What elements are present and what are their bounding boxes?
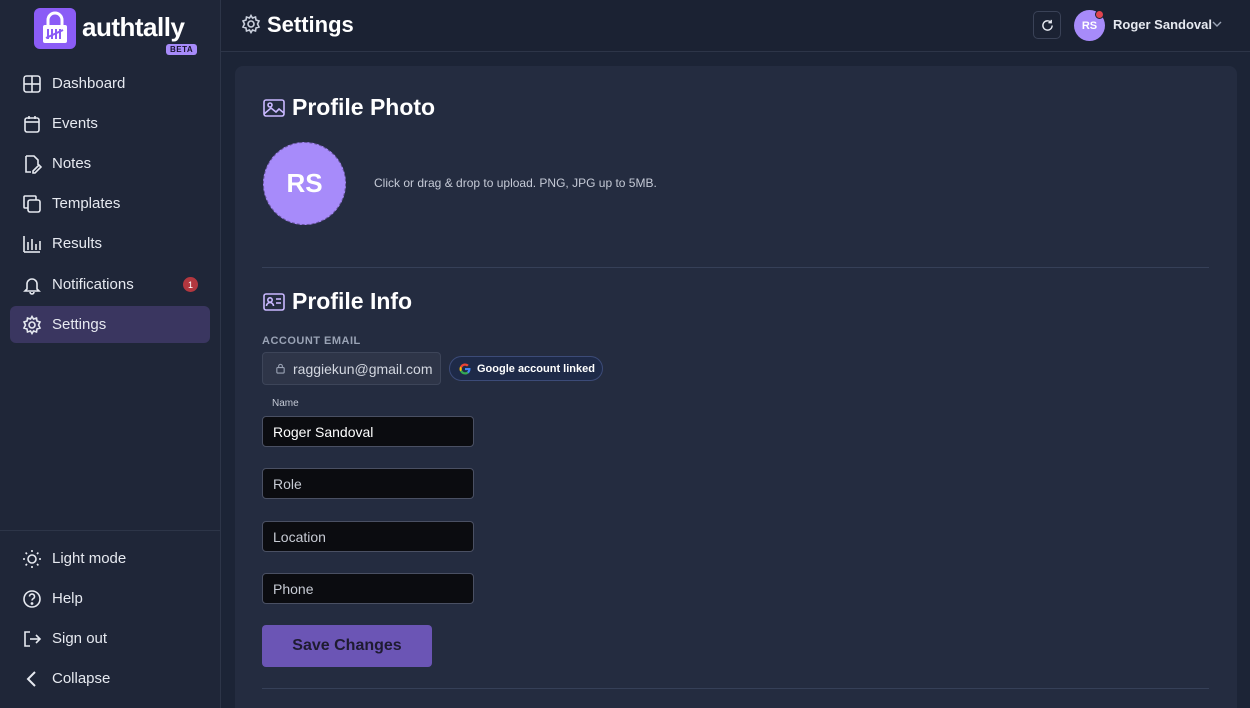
page-title: Settings — [267, 12, 354, 37]
google-icon — [459, 363, 471, 374]
sidebar-item-collapse[interactable]: Collapse — [10, 660, 210, 697]
sun-icon — [23, 549, 41, 568]
sidebar-item-label: Dashboard — [52, 75, 126, 92]
image-icon — [263, 99, 285, 117]
chevron-down-icon[interactable] — [1211, 18, 1223, 30]
chevron-left-icon — [26, 670, 36, 687]
sidebar-item-templates[interactable]: Templates — [10, 185, 210, 222]
sidebar-item-label: Help — [52, 590, 83, 607]
dashboard-grid-icon — [23, 74, 41, 93]
location-input[interactable] — [262, 521, 474, 552]
sidebar-item-label: Events — [52, 115, 98, 132]
calendar-icon — [24, 115, 40, 133]
sidebar-item-settings[interactable]: Settings — [10, 306, 210, 343]
sidebar-item-label: Results — [52, 235, 103, 252]
sidebar-item-label: Sign out — [52, 630, 108, 647]
sidebar-item-label: Settings — [52, 316, 107, 333]
beta-badge: BETA — [166, 44, 198, 55]
id-card-icon — [263, 293, 285, 311]
google-badge-label: Google account linked — [477, 362, 595, 375]
sidebar-item-events[interactable]: Events — [10, 105, 210, 142]
settings-panel: Profile Photo RS Click or drag & drop to… — [235, 66, 1237, 708]
section-divider — [262, 688, 1209, 689]
account-email-value: raggiekun@gmail.com — [293, 360, 433, 377]
bell-icon — [23, 277, 41, 295]
name-input[interactable] — [262, 416, 474, 447]
sidebar-divider — [0, 530, 221, 531]
account-email-label: ACCOUNT EMAIL — [262, 335, 361, 347]
sidebar: authtally BETA Dashboard Events Notes Te… — [0, 0, 221, 708]
phone-input[interactable] — [262, 573, 474, 604]
save-changes-button[interactable]: Save Changes — [262, 625, 432, 667]
brand-logo[interactable]: authtally BETA — [34, 8, 204, 58]
status-dot — [1095, 10, 1104, 19]
notification-count-badge: 1 — [183, 277, 198, 292]
name-label: Name — [272, 398, 299, 409]
user-name[interactable]: Roger Sandoval — [1113, 17, 1212, 32]
sign-out-icon — [24, 630, 42, 647]
sidebar-item-sign-out[interactable]: Sign out — [10, 620, 210, 657]
sidebar-item-label: Templates — [52, 195, 121, 212]
role-input[interactable] — [262, 468, 474, 499]
help-circle-icon — [23, 589, 41, 608]
refresh-icon — [1041, 19, 1053, 31]
sidebar-item-help[interactable]: Help — [10, 580, 210, 617]
bar-chart-icon — [23, 235, 41, 253]
templates-copy-icon — [23, 194, 41, 213]
brand-name: authtally — [82, 12, 185, 42]
section-divider — [262, 267, 1209, 268]
gear-icon — [241, 14, 261, 34]
sidebar-item-label: Notifications — [52, 276, 134, 293]
sidebar-item-dashboard[interactable]: Dashboard — [10, 65, 210, 102]
refresh-button[interactable] — [1033, 11, 1061, 39]
google-linked-badge: Google account linked — [449, 356, 603, 381]
profile-info-title: Profile Info — [292, 288, 413, 314]
sidebar-item-notifications[interactable]: Notifications 1 — [10, 266, 210, 303]
sidebar-item-light-mode[interactable]: Light mode — [10, 540, 210, 577]
gear-icon — [22, 314, 42, 335]
profile-photo-upload[interactable]: RS — [263, 142, 346, 225]
profile-photo-title: Profile Photo — [292, 94, 436, 120]
lock-icon — [276, 363, 285, 374]
notes-pencil-icon — [25, 154, 42, 174]
account-email-field: raggiekun@gmail.com — [262, 352, 441, 385]
sidebar-item-label: Notes — [52, 155, 92, 172]
sidebar-item-results[interactable]: Results — [10, 225, 210, 262]
topbar: Settings RS Roger Sandoval — [221, 0, 1250, 52]
lock-tally-icon — [34, 8, 76, 49]
sidebar-item-notes[interactable]: Notes — [10, 145, 210, 182]
sidebar-item-label: Collapse — [52, 670, 111, 687]
sidebar-item-label: Light mode — [52, 550, 127, 567]
upload-hint: Click or drag & drop to upload. PNG, JPG… — [374, 176, 657, 190]
